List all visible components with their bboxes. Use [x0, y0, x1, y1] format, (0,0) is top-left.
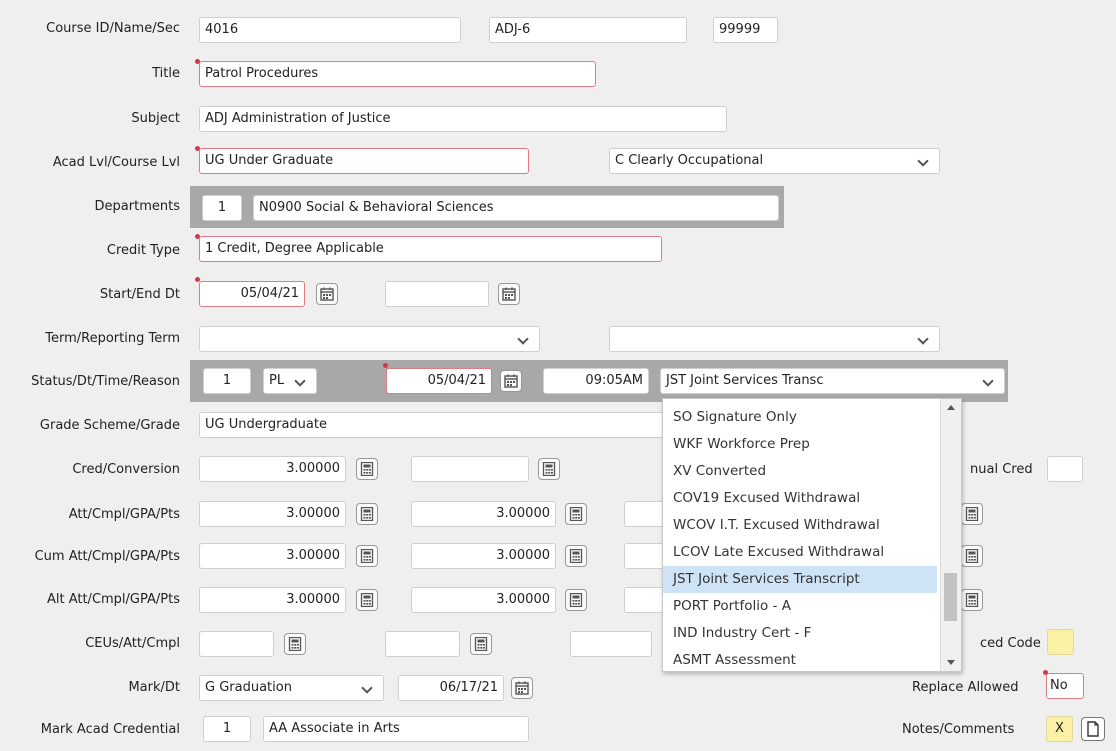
alt-pts-calculator-icon[interactable] — [961, 589, 983, 611]
reporting-term-select[interactable] — [609, 326, 940, 352]
status-reason-value: JST Joint Services Transc — [666, 373, 824, 388]
status-code-value: PL — [269, 373, 285, 388]
annual-cred-label: nual Cred — [970, 462, 1033, 477]
status-date-input[interactable]: 05/04/21 — [386, 368, 492, 394]
term-label: Term/Reporting Term — [45, 331, 180, 346]
cmpl-input[interactable]: 3.00000 — [411, 501, 556, 527]
ceus-calculator-icon[interactable] — [284, 633, 306, 655]
scrollbar-thumb[interactable] — [944, 573, 957, 621]
notes-flag[interactable]: X — [1046, 716, 1073, 742]
replace-allowed-label: Replace Allowed — [912, 680, 1019, 695]
status-reason-select[interactable]: JST Joint Services Transc — [660, 368, 1005, 394]
mark-label: Mark/Dt — [128, 680, 180, 695]
subject-label: Subject — [131, 111, 180, 126]
title-label: Title — [152, 66, 180, 81]
alt-att-calculator-icon[interactable] — [356, 589, 378, 611]
mark-value: G Graduation — [205, 680, 292, 695]
status-code-select[interactable]: PL — [263, 368, 317, 394]
mark-date-input[interactable]: 06/17/21 — [398, 675, 504, 701]
ceus-input[interactable] — [199, 631, 274, 657]
dropdown-option[interactable]: LCOV Late Excused Withdrawal — [663, 539, 937, 566]
dropdown-option[interactable]: WCOV I.T. Excused Withdrawal — [663, 512, 937, 539]
start-date-input[interactable]: 05/04/21 — [199, 281, 305, 307]
start-date-calendar-icon[interactable] — [316, 283, 338, 305]
term-select[interactable] — [199, 326, 540, 352]
mark-acad-label: Mark Acad Credential — [40, 722, 180, 737]
ced-code-label: ced Code — [980, 636, 1041, 651]
course-level-value: C Clearly Occupational — [615, 153, 764, 168]
status-label: Status/Dt/Time/Reason — [31, 374, 180, 389]
course-section-input[interactable]: 99999 — [713, 17, 778, 43]
acad-level-input[interactable]: UG Under Graduate — [199, 148, 529, 174]
notes-label: Notes/Comments — [902, 722, 1015, 737]
cred-conversion-label: Cred/Conversion — [72, 462, 180, 477]
cum-att-label: Cum Att/Cmpl/GPA/Pts — [34, 549, 180, 564]
alt-cmpl-calculator-icon[interactable] — [565, 589, 587, 611]
title-input[interactable]: Patrol Procedures — [199, 61, 596, 87]
dropdown-scrollbar[interactable] — [940, 399, 961, 671]
cum-att-input[interactable]: 3.00000 — [199, 543, 346, 569]
departments-label: Departments — [94, 199, 180, 214]
dropdown-option[interactable]: WKF Workforce Prep — [663, 431, 937, 458]
cred-input[interactable]: 3.00000 — [199, 456, 346, 482]
mark-select[interactable]: G Graduation — [199, 675, 384, 701]
course-label: Course ID/Name/Sec — [46, 21, 180, 36]
att-input[interactable]: 3.00000 — [199, 501, 346, 527]
grade-scheme-input[interactable]: UG Undergraduate — [199, 412, 669, 438]
grade-scheme-label: Grade Scheme/Grade — [39, 418, 180, 433]
dropdown-option[interactable]: ASMT Assessment — [663, 647, 937, 671]
conversion-input[interactable] — [411, 456, 529, 482]
cum-cmpl-calculator-icon[interactable] — [565, 545, 587, 567]
course-level-select[interactable]: C Clearly Occupational — [609, 148, 940, 174]
status-date-calendar-icon[interactable] — [500, 370, 522, 392]
cum-pts-calculator-icon[interactable] — [961, 545, 983, 567]
course-id-input[interactable]: 4016 — [199, 17, 461, 43]
ceus-cmpl-input[interactable] — [570, 631, 652, 657]
course-name-input[interactable]: ADJ-6 — [489, 17, 687, 43]
status-time-input[interactable]: 09:05AM — [543, 368, 649, 394]
dropdown-option[interactable]: COV19 Excused Withdrawal — [663, 485, 937, 512]
start-end-label: Start/End Dt — [99, 287, 180, 302]
alt-cmpl-input[interactable]: 3.00000 — [411, 587, 556, 613]
dropdown-option[interactable]: PORT Portfolio - A — [663, 593, 937, 620]
credit-type-label: Credit Type — [106, 243, 180, 258]
scroll-down-arrow-icon[interactable] — [947, 660, 955, 665]
dropdown-option[interactable]: SO Signature Only — [663, 404, 937, 431]
department-input[interactable]: N0900 Social & Behavioral Sciences — [253, 195, 779, 221]
alt-att-input[interactable]: 3.00000 — [199, 587, 346, 613]
ceus-att-input[interactable] — [385, 631, 460, 657]
att-calculator-icon[interactable] — [356, 503, 378, 525]
dropdown-option-selected[interactable]: JST Joint Services Transcript — [663, 566, 937, 593]
ceus-att-calculator-icon[interactable] — [470, 633, 492, 655]
subject-input[interactable]: ADJ Administration of Justice — [199, 106, 727, 132]
cum-att-calculator-icon[interactable] — [356, 545, 378, 567]
status-num-input[interactable]: 1 — [203, 368, 251, 394]
conversion-calculator-icon[interactable] — [538, 458, 560, 480]
mark-acad-input[interactable]: AA Associate in Arts — [263, 716, 529, 742]
reason-dropdown-list[interactable]: SO Signature Only WKF Workforce Prep XV … — [662, 398, 962, 672]
end-date-calendar-icon[interactable] — [498, 283, 520, 305]
dropdown-option[interactable]: IND Industry Cert - F — [663, 620, 937, 647]
ced-code-field[interactable] — [1047, 629, 1074, 655]
cmpl-calculator-icon[interactable] — [565, 503, 587, 525]
annual-cred-input[interactable] — [1047, 456, 1083, 482]
mark-acad-num-input[interactable]: 1 — [203, 716, 251, 742]
cred-calculator-icon[interactable] — [356, 458, 378, 480]
credit-type-input[interactable]: 1 Credit, Degree Applicable — [199, 236, 662, 262]
replace-allowed-input[interactable]: No — [1046, 673, 1084, 699]
notes-document-icon[interactable] — [1081, 717, 1105, 741]
ceus-label: CEUs/Att/Cmpl — [85, 636, 180, 651]
pts-calculator-icon[interactable] — [961, 503, 983, 525]
scroll-up-arrow-icon[interactable] — [947, 405, 955, 410]
dropdown-option[interactable]: XV Converted — [663, 458, 937, 485]
att-label: Att/Cmpl/GPA/Pts — [68, 507, 180, 522]
acad-level-label: Acad Lvl/Course Lvl — [52, 155, 180, 170]
cum-cmpl-input[interactable]: 3.00000 — [411, 543, 556, 569]
end-date-input[interactable] — [385, 281, 489, 307]
alt-att-label: Alt Att/Cmpl/GPA/Pts — [46, 592, 180, 607]
department-num-input[interactable]: 1 — [202, 195, 242, 221]
mark-date-calendar-icon[interactable] — [511, 677, 533, 699]
